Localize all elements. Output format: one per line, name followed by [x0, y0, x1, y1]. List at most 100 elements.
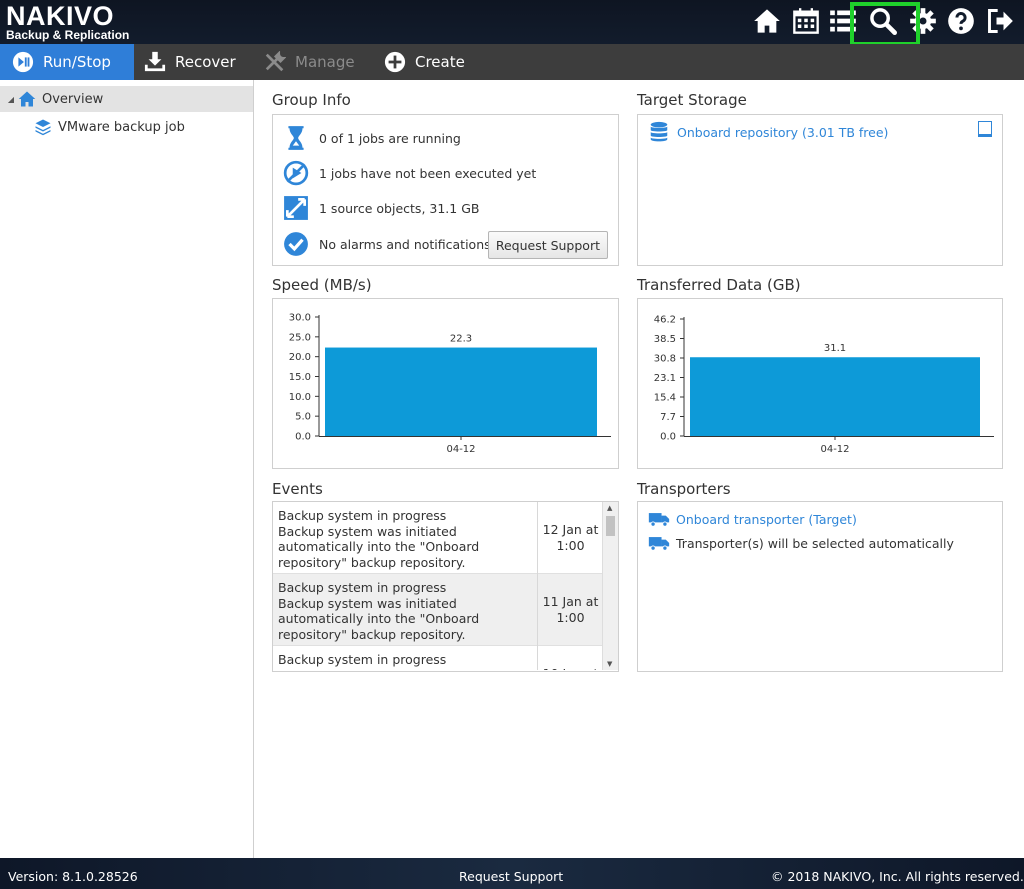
home-icon	[18, 91, 36, 107]
logo-brand: NAKIVO	[6, 1, 115, 31]
speed-title: Speed (MB/s)	[272, 276, 372, 294]
play-pause-icon	[12, 51, 34, 73]
transferred-chart-panel: 0.0 7.7 15.4 23.1 30.8 38.5 46.2 31.1 04-12	[637, 298, 1003, 469]
group-info-text: 1 source objects, 31.1 GB	[319, 200, 480, 216]
sidebar-item-label: Overview	[42, 91, 104, 107]
recover-label: Recover	[175, 53, 236, 71]
events-table: Backup system in progress Backup system …	[273, 502, 603, 670]
group-info-row: 1 jobs have not been executed yet	[283, 158, 536, 188]
manage-label: Manage	[295, 53, 355, 71]
y-tick-label: 20.0	[289, 352, 311, 363]
data-label: 22.3	[450, 334, 472, 345]
search-icon[interactable]	[866, 4, 900, 38]
scrollbar-thumb[interactable]	[606, 516, 615, 536]
event-text: Backup system in progress Backup system …	[278, 508, 480, 570]
logo-product: Backup & Replication	[6, 28, 130, 42]
target-storage-title: Target Storage	[637, 91, 747, 109]
version-text: Version: 8.1.0.28526	[8, 869, 138, 884]
group-info-text: No alarms and notifications	[319, 236, 491, 252]
list-icon[interactable]	[826, 4, 860, 38]
request-support-button[interactable]: Request Support	[487, 231, 608, 259]
y-tick-label: 15.0	[289, 372, 311, 383]
y-tick-label: 30.8	[654, 354, 676, 365]
y-tick-label: 30.0	[289, 313, 311, 324]
home-icon[interactable]	[750, 4, 784, 38]
target-storage-panel: Onboard repository (3.01 TB free)	[637, 114, 1003, 266]
group-info-title: Group Info	[272, 91, 351, 109]
truck-icon	[648, 537, 670, 551]
transferred-chart: 0.0 7.7 15.4 23.1 30.8 38.5 46.2 31.1 04-12	[654, 315, 994, 455]
table-row[interactable]: Backup system in progress Backup system …	[273, 502, 603, 574]
group-info-text: 0 of 1 jobs are running	[319, 130, 461, 146]
group-info-text: 1 jobs have not been executed yet	[319, 165, 537, 181]
events-scrollbar[interactable]: ▲ ▼	[602, 502, 618, 670]
repository-link[interactable]: Onboard repository (3.01 TB free)	[677, 125, 888, 140]
y-tick-label: 15.4	[654, 393, 676, 404]
group-info-row: No alarms and notifications	[283, 229, 491, 259]
sidebar-item-label: VMware backup job	[58, 119, 185, 135]
group-info-panel: 0 of 1 jobs are running 1 jobs have not …	[272, 114, 619, 266]
logout-icon[interactable]	[983, 4, 1017, 38]
main-content: Group Info 0 of 1 jobs are running 1 job…	[254, 80, 1024, 858]
y-tick-label: 46.2	[654, 315, 676, 326]
check-circle-icon	[284, 232, 308, 256]
group-info-row: 1 source objects, 31.1 GB	[283, 193, 479, 223]
help-icon[interactable]	[944, 4, 978, 38]
collapse-arrow-icon[interactable]: ◢	[0, 95, 14, 104]
sidebar-item-vmware-backup-job[interactable]: VMware backup job	[34, 114, 185, 140]
repository-row[interactable]: Onboard repository (3.01 TB free)	[648, 121, 888, 143]
y-tick-label: 0.0	[295, 432, 311, 443]
download-icon	[144, 51, 166, 72]
manage-button[interactable]: Manage	[256, 44, 363, 80]
group-info-row: 0 of 1 jobs are running	[283, 123, 461, 153]
y-tick-label: 10.0	[289, 392, 311, 403]
table-row[interactable]: Backup system in progress Backup system …	[273, 646, 603, 670]
events-panel: Backup system in progress Backup system …	[272, 501, 619, 672]
scroll-down-arrow-icon[interactable]: ▼	[607, 660, 612, 668]
transporter-text: Transporter(s) will be selected automati…	[676, 535, 954, 551]
y-tick-label: 0.0	[660, 432, 676, 443]
create-button[interactable]: Create	[376, 44, 473, 80]
data-label: 31.1	[824, 343, 846, 354]
create-label: Create	[415, 53, 465, 71]
event-date: 12 Jan at 1:00	[537, 502, 603, 574]
y-tick-label: 7.7	[660, 412, 676, 423]
tools-icon	[265, 51, 286, 72]
y-tick-label: 25.0	[289, 332, 311, 343]
table-row[interactable]: Backup system in progress Backup system …	[273, 574, 603, 646]
sidebar: ◢ Overview VMware backup job	[0, 80, 254, 858]
bar[interactable]	[325, 347, 597, 436]
bar[interactable]	[690, 357, 980, 436]
y-tick-label: 5.0	[295, 412, 311, 423]
storage-indicator[interactable]	[978, 121, 992, 137]
transferred-title: Transferred Data (GB)	[637, 276, 801, 294]
stack-icon	[35, 119, 51, 136]
gear-icon[interactable]	[906, 4, 940, 38]
event-date: 11 Jan at 1:00	[537, 574, 603, 646]
scroll-up-arrow-icon[interactable]: ▲	[607, 504, 612, 512]
hourglass-icon	[288, 126, 304, 150]
event-text: Backup system in progress Backup system …	[278, 580, 480, 642]
recover-button[interactable]: Recover	[136, 44, 244, 80]
events-title: Events	[272, 480, 323, 498]
speed-chart-panel: 0.0 5.0 10.0 15.0 20.0 25.0 30.0 22.3 04-12	[272, 298, 619, 469]
transporter-row: Transporter(s) will be selected automati…	[648, 534, 954, 552]
transporters-panel: Onboard transporter (Target) Transporter…	[637, 501, 1003, 672]
y-tick-label: 23.1	[654, 373, 676, 384]
footer: Version: 8.1.0.28526 Request Support © 2…	[0, 858, 1024, 889]
x-tick-label: 04-12	[446, 444, 475, 455]
x-tick-label: 04-12	[820, 444, 849, 455]
footer-request-support-link[interactable]: Request Support	[459, 869, 563, 884]
run-stop-button[interactable]: Run/Stop	[0, 44, 134, 80]
sidebar-item-overview[interactable]: ◢ Overview	[0, 86, 253, 112]
app-header: NAKIVO Backup & Replication	[0, 0, 1024, 46]
calendar-icon[interactable]	[789, 4, 823, 38]
transporter-link[interactable]: Onboard transporter (Target)	[676, 512, 857, 527]
event-date: 10 Jan at	[537, 646, 603, 670]
plus-circle-icon	[384, 51, 406, 73]
transporter-row[interactable]: Onboard transporter (Target)	[648, 510, 857, 528]
expand-icon	[284, 196, 308, 220]
logo: NAKIVO Backup & Replication	[6, 2, 129, 41]
toolbar: Run/Stop Recover Manage Create	[0, 44, 1024, 80]
transporters-title: Transporters	[637, 480, 731, 498]
